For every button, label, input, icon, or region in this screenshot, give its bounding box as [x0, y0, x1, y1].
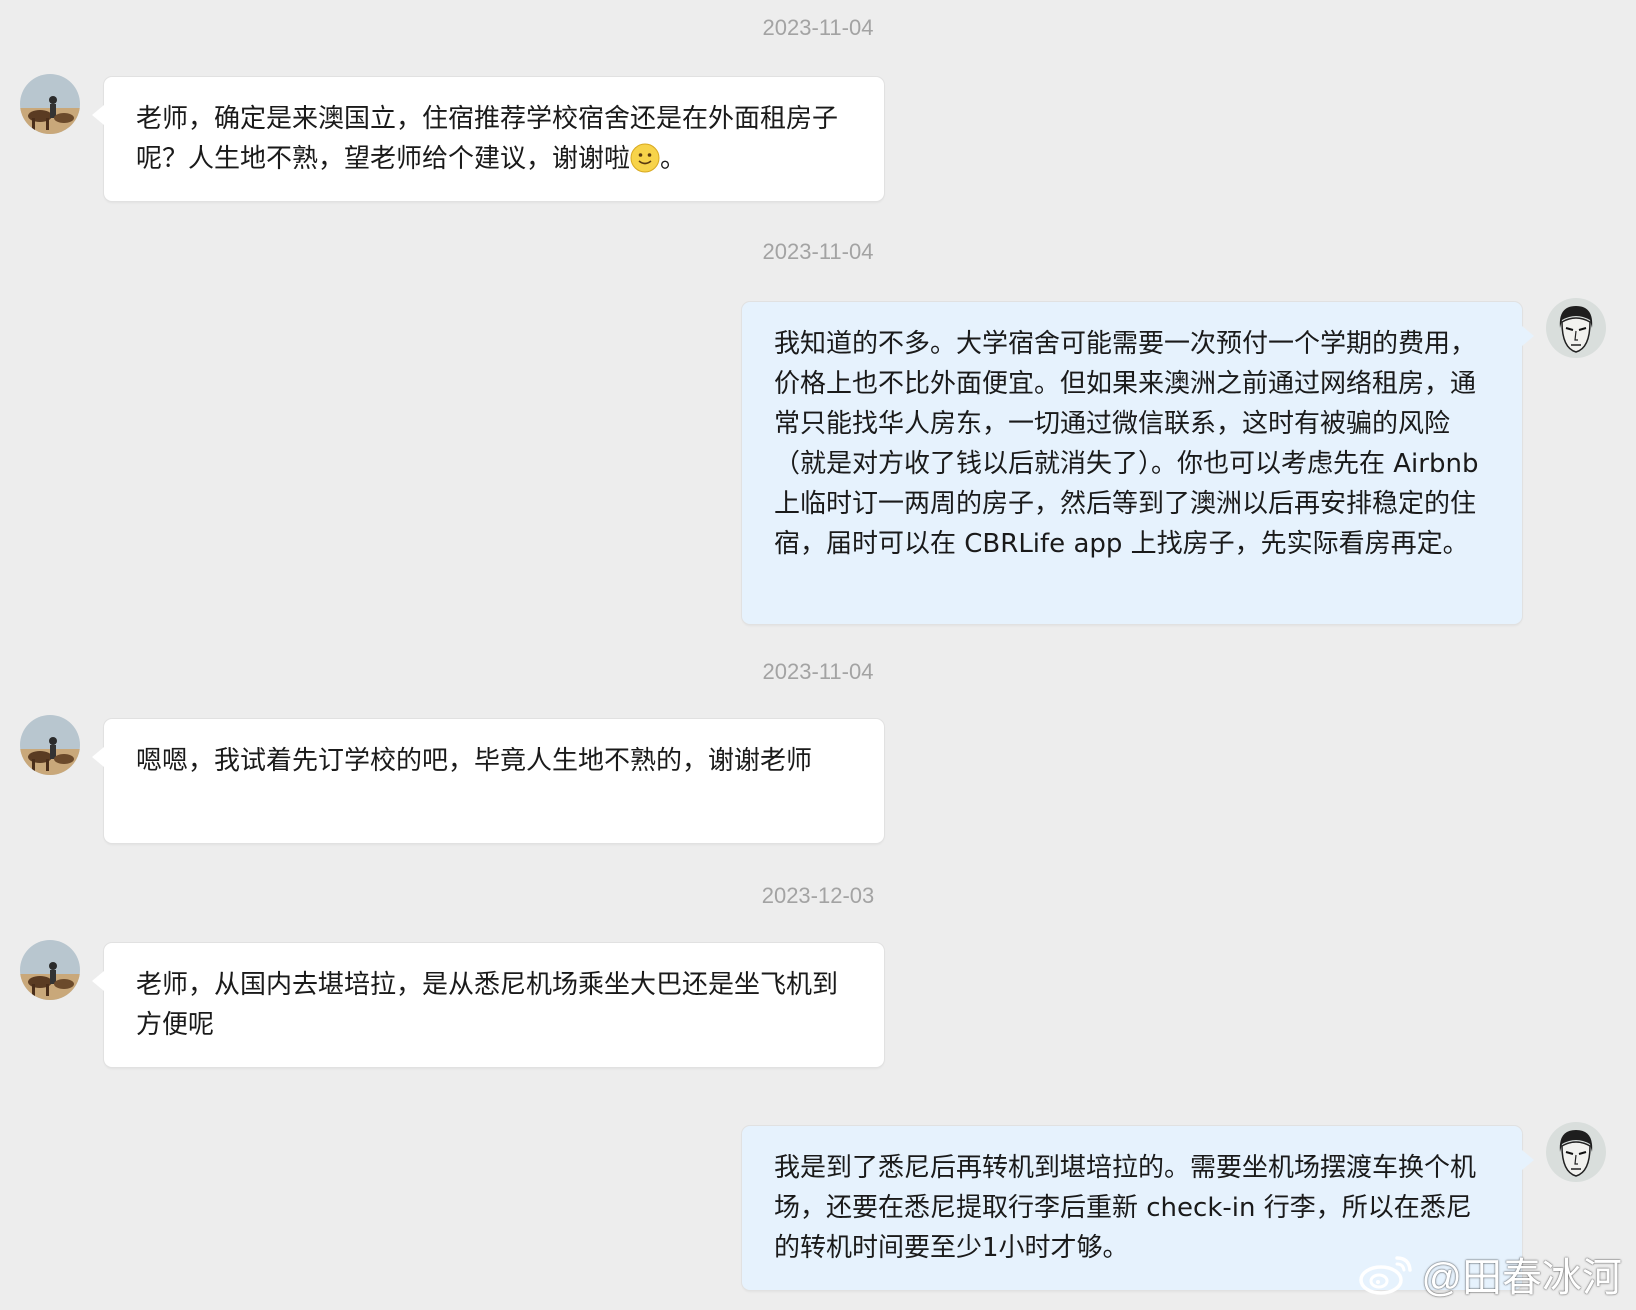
message-bubble: 老师，从国内去堪培拉，是从悉尼机场乘坐大巴还是坐飞机到方便呢: [92, 943, 884, 1067]
student-avatar[interactable]: [20, 74, 80, 134]
message-text: 嗯嗯，我试着先订学校的吧，毕竟人生地不熟的，谢谢老师: [136, 746, 813, 776]
timestamp: 2023-11-04: [762, 659, 874, 684]
watermark-text: @田春冰河: [1421, 1256, 1622, 1300]
smiley-emoji-icon: [630, 143, 660, 173]
message-bubble: 老师，确定是来澳国立，住宿推荐学校宿舍还是在外面租房子呢？人生地不熟，望老师给个…: [92, 77, 884, 201]
message-bubble: 嗯嗯，我试着先订学校的吧，毕竟人生地不熟的，谢谢老师: [92, 719, 884, 843]
teacher-avatar[interactable]: [1546, 1122, 1606, 1182]
message-bubble: 我知道的不多。大学宿舍可能需要一次预付一个学期的费用，价格上也不比外面便宜。但如…: [742, 302, 1534, 624]
student-avatar[interactable]: [20, 940, 80, 1000]
message-text: 老师，从国内去堪培拉，是从悉尼机场乘坐大巴还是坐飞机到方便呢: [136, 970, 839, 1040]
weibo-icon: [1359, 1256, 1413, 1295]
teacher-avatar[interactable]: [1546, 298, 1606, 358]
timestamp: 2023-11-04: [762, 239, 874, 264]
message-text: 我知道的不多。大学宿舍可能需要一次预付一个学期的费用，价格上也不比外面便宜。但如…: [774, 329, 1479, 559]
timestamp: 2023-11-04: [762, 15, 874, 40]
student-avatar[interactable]: [20, 715, 80, 775]
watermark: @田春冰河: [1357, 1250, 1622, 1300]
timestamp: 2023-12-03: [761, 883, 875, 908]
message-text: 老师，确定是来澳国立，住宿推荐学校宿舍还是在外面租房子呢？人生地不熟，望老师给个…: [136, 104, 839, 174]
message-text-suffix: 。: [660, 144, 687, 174]
message-text: 我是到了悉尼后再转机到堪培拉的。需要坐机场摆渡车换个机场，还要在悉尼提取行李后重…: [774, 1153, 1477, 1263]
